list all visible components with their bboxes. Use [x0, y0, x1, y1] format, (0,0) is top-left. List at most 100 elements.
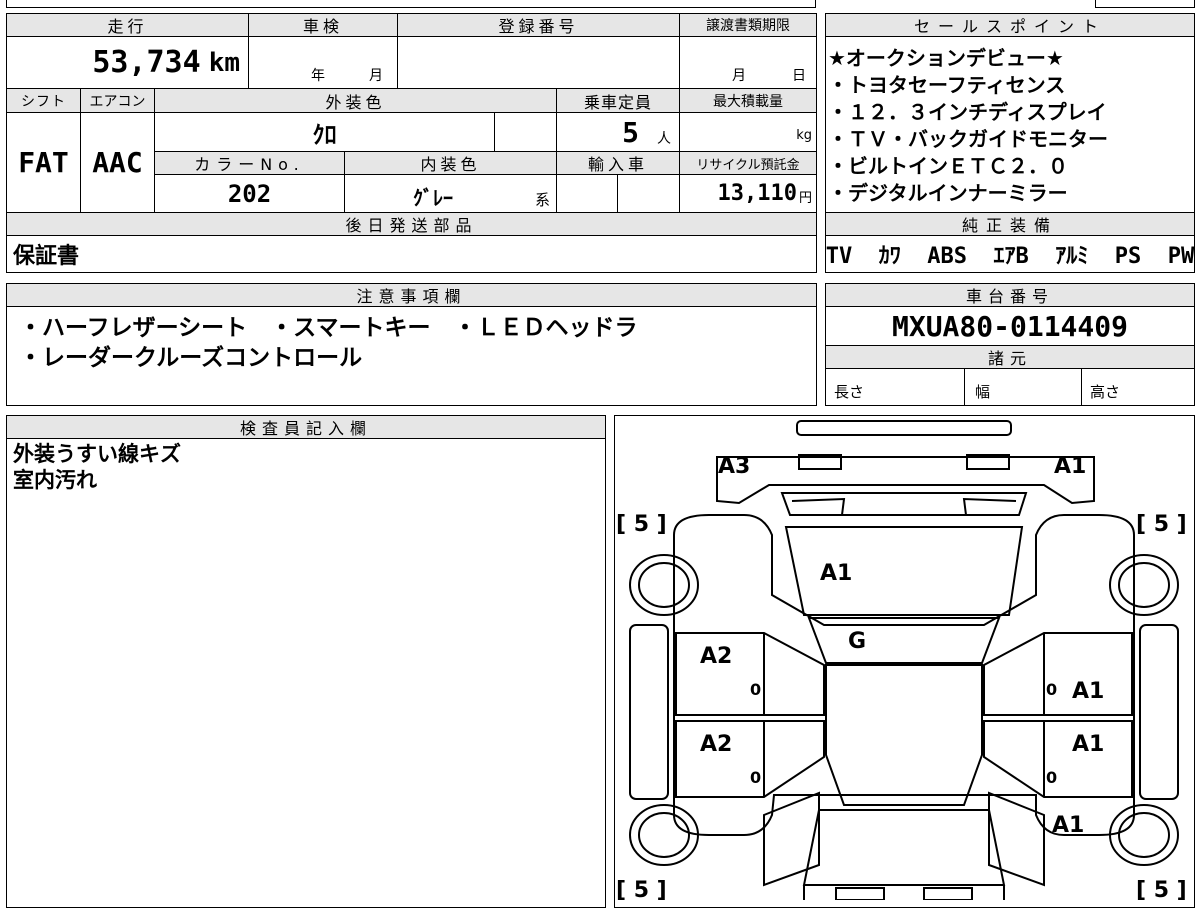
chassis-number: MXUA80-0114409	[891, 309, 1128, 343]
interior-color-cell: ｸﾞﾚｰ 系	[344, 174, 557, 213]
doc-deadline-cell: 月 日	[679, 36, 817, 89]
notes-header: 注意事項欄	[6, 283, 817, 307]
tire-rear-left: [ 5 ]	[616, 878, 667, 900]
capacity-header: 乗車定員	[556, 88, 680, 113]
height-cell: 高さ	[1081, 368, 1195, 406]
max-load-unit: kg	[796, 128, 812, 143]
genuine-equipment-header: 純正装備	[825, 212, 1195, 236]
registration-header: 登録番号	[397, 13, 680, 37]
max-load-cell: kg	[679, 112, 817, 152]
interior-color-header: 内装色	[344, 151, 557, 175]
tire-front-right: [ 5 ]	[1136, 512, 1187, 537]
deadline-month-unit: 月	[732, 68, 746, 84]
shaken-header: 車検	[248, 13, 398, 37]
inspector-line: 外装うすい線キズ	[13, 442, 181, 466]
sales-point-item: ・ＴＶ・バックガイドモニター	[828, 127, 1108, 151]
sales-points-body: ★オークションデビュー★ ・トヨタセーフティセンス ・１２．３インチディスプレイ…	[825, 36, 1195, 213]
mark-right-rear-fender: A1	[1052, 813, 1084, 838]
right-rocker	[1139, 624, 1179, 800]
later-parts-value: 保証書	[13, 244, 80, 269]
import-car-header: 輸入車	[556, 151, 680, 175]
recycle-fee-header: リサイクル預託金	[679, 151, 817, 175]
chassis-cell: MXUA80-0114409	[825, 306, 1195, 346]
recycle-fee-value: 13,110	[717, 181, 797, 206]
max-load-header: 最大積載量	[679, 88, 817, 113]
mark-front-right: A1	[1054, 454, 1086, 479]
color-no-cell: 202	[154, 174, 345, 213]
color-no-value: 202	[227, 179, 272, 208]
exterior-color-value: ｸﾛ	[312, 120, 337, 149]
shift-header: シフト	[6, 88, 81, 113]
chassis-header: 車台番号	[825, 283, 1195, 307]
recycle-fee-cell: 13,110 円	[679, 174, 817, 213]
genuine-equipment-cell: TV ｶﾜ ABS ｴｱB ｱﾙﾐ PS PW	[825, 235, 1195, 273]
interior-color-value: ｸﾞﾚｰ	[413, 186, 453, 210]
front-bumper-bar	[796, 420, 1012, 436]
exterior-color-cell: ｸﾛ	[154, 112, 495, 152]
color-no-header: カラーNo.	[154, 151, 345, 175]
sales-points-header: セールスポイント	[825, 13, 1195, 37]
capacity-value: 5	[622, 115, 639, 149]
left-front-door	[675, 632, 825, 716]
top-clipped-row	[6, 0, 816, 8]
car-diagram: A3 A1 A1 G A2 A2 A1 A1 A1 0 0 0 0 [ 5 ] …	[616, 420, 1187, 900]
length-cell: 長さ	[825, 368, 965, 406]
rear-window	[802, 809, 1006, 886]
mark-left-front-door: A2	[700, 644, 732, 669]
mileage-cell: 53,734 km	[6, 36, 249, 89]
top-clipped-row-right	[1095, 0, 1195, 8]
notes-body: ・ハーフレザーシート ・スマートキー ・ＬＥＤヘッドラ ・レーダークルーズコント…	[6, 306, 817, 406]
capacity-cell: 5 人	[556, 112, 680, 152]
roof	[825, 664, 983, 806]
tire-rear-right: [ 5 ]	[1136, 878, 1187, 900]
right-rear-door	[983, 720, 1133, 798]
mark-num-left-rear: 0	[750, 768, 761, 787]
body-side	[673, 514, 1135, 836]
mark-bonnet: A1	[820, 561, 852, 586]
length-label: 長さ	[834, 383, 865, 401]
inspector-body: 外装うすい線キズ 室内汚れ	[6, 438, 606, 908]
left-rocker	[629, 624, 669, 800]
inspector-header: 検査員記入欄	[6, 415, 606, 439]
dimensions-header: 諸元	[825, 345, 1195, 369]
deadline-day-unit: 日	[792, 68, 806, 84]
mark-right-rear-door: A1	[1072, 732, 1104, 757]
tire-front-left: [ 5 ]	[616, 512, 667, 537]
mark-num-right-rear: 0	[1046, 768, 1057, 787]
grille-left	[791, 497, 846, 516]
interior-color-suffix: 系	[534, 191, 550, 209]
front-body	[716, 456, 1095, 505]
mark-right-front-door: A1	[1072, 679, 1104, 704]
shaken-cell: 年 月	[248, 36, 398, 89]
mileage-header: 走行	[6, 13, 249, 37]
aircon-header: エアコン	[80, 88, 155, 113]
right-front-door	[983, 632, 1133, 716]
exterior-color-header: 外装色	[154, 88, 557, 113]
sales-point-item: ・トヨタセーフティセンス	[828, 73, 1066, 97]
mark-num-right-front: 0	[1046, 680, 1057, 699]
shift-cell: FAT	[6, 112, 81, 213]
mileage-unit: km	[208, 47, 240, 78]
genuine-equipment-value: TV ｶﾜ ABS ｴｱB ｱﾙﾐ PS PW	[825, 244, 1195, 269]
inspector-line: 室内汚れ	[13, 468, 97, 492]
registration-cell	[397, 36, 680, 89]
capacity-unit: 人	[657, 131, 671, 147]
mark-front-left: A3	[718, 454, 750, 479]
import-car-cell-a	[556, 174, 618, 213]
sales-point-item: ・デジタルインナーミラー	[828, 181, 1068, 205]
shift-value: FAT	[18, 146, 69, 179]
shaken-year-unit: 年	[311, 68, 325, 84]
recycle-fee-unit: 円	[798, 191, 812, 206]
notes-line: ・レーダークルーズコントロール	[19, 345, 363, 371]
shaken-month-unit: 月	[369, 68, 383, 84]
sales-point-item: ★オークションデビュー★	[828, 46, 1064, 70]
later-parts-header: 後日発送部品	[6, 212, 817, 236]
aircon-cell: AAC	[80, 112, 155, 213]
doc-deadline-header: 譲渡書類期限	[679, 13, 817, 37]
width-cell: 幅	[964, 368, 1082, 406]
grille	[780, 492, 1028, 516]
later-parts-cell: 保証書	[6, 235, 817, 273]
exterior-color-extra-cell	[494, 112, 557, 152]
mark-num-left-front: 0	[750, 680, 761, 699]
mark-left-rear-door: A2	[700, 732, 732, 757]
